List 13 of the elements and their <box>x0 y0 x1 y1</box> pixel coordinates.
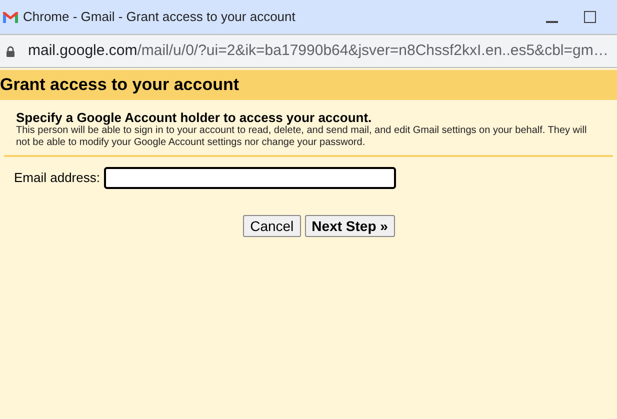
cancel-button[interactable]: Cancel <box>243 215 301 237</box>
url-path[interactable]: /mail/u/0/?ui=2&ik=ba17990b64&jsver=n8Chssf2kxI.en..es5&cbl=gm… <box>137 40 608 62</box>
subheading: Specify a Google Account holder to access your account. <box>16 110 373 125</box>
email-field[interactable] <box>104 167 396 189</box>
url-host[interactable]: mail.google.com <box>28 40 138 62</box>
lock-icon <box>6 46 15 56</box>
next-step-button[interactable]: Next Step » <box>304 215 395 237</box>
mail-logo-icon <box>3 12 18 22</box>
page-heading: Grant access to your account <box>0 74 240 96</box>
window-title: Chrome - Gmail - Grant access to your account <box>23 8 296 26</box>
description: This person will be able to sign in to your account to read, delete, and send mail, and edit Gmail settings on your behalf. They will not be able to modify your Google Account settings nor change your password. <box>16 125 588 149</box>
email-label: Email address: <box>14 169 100 188</box>
maximize-button[interactable] <box>584 11 596 23</box>
